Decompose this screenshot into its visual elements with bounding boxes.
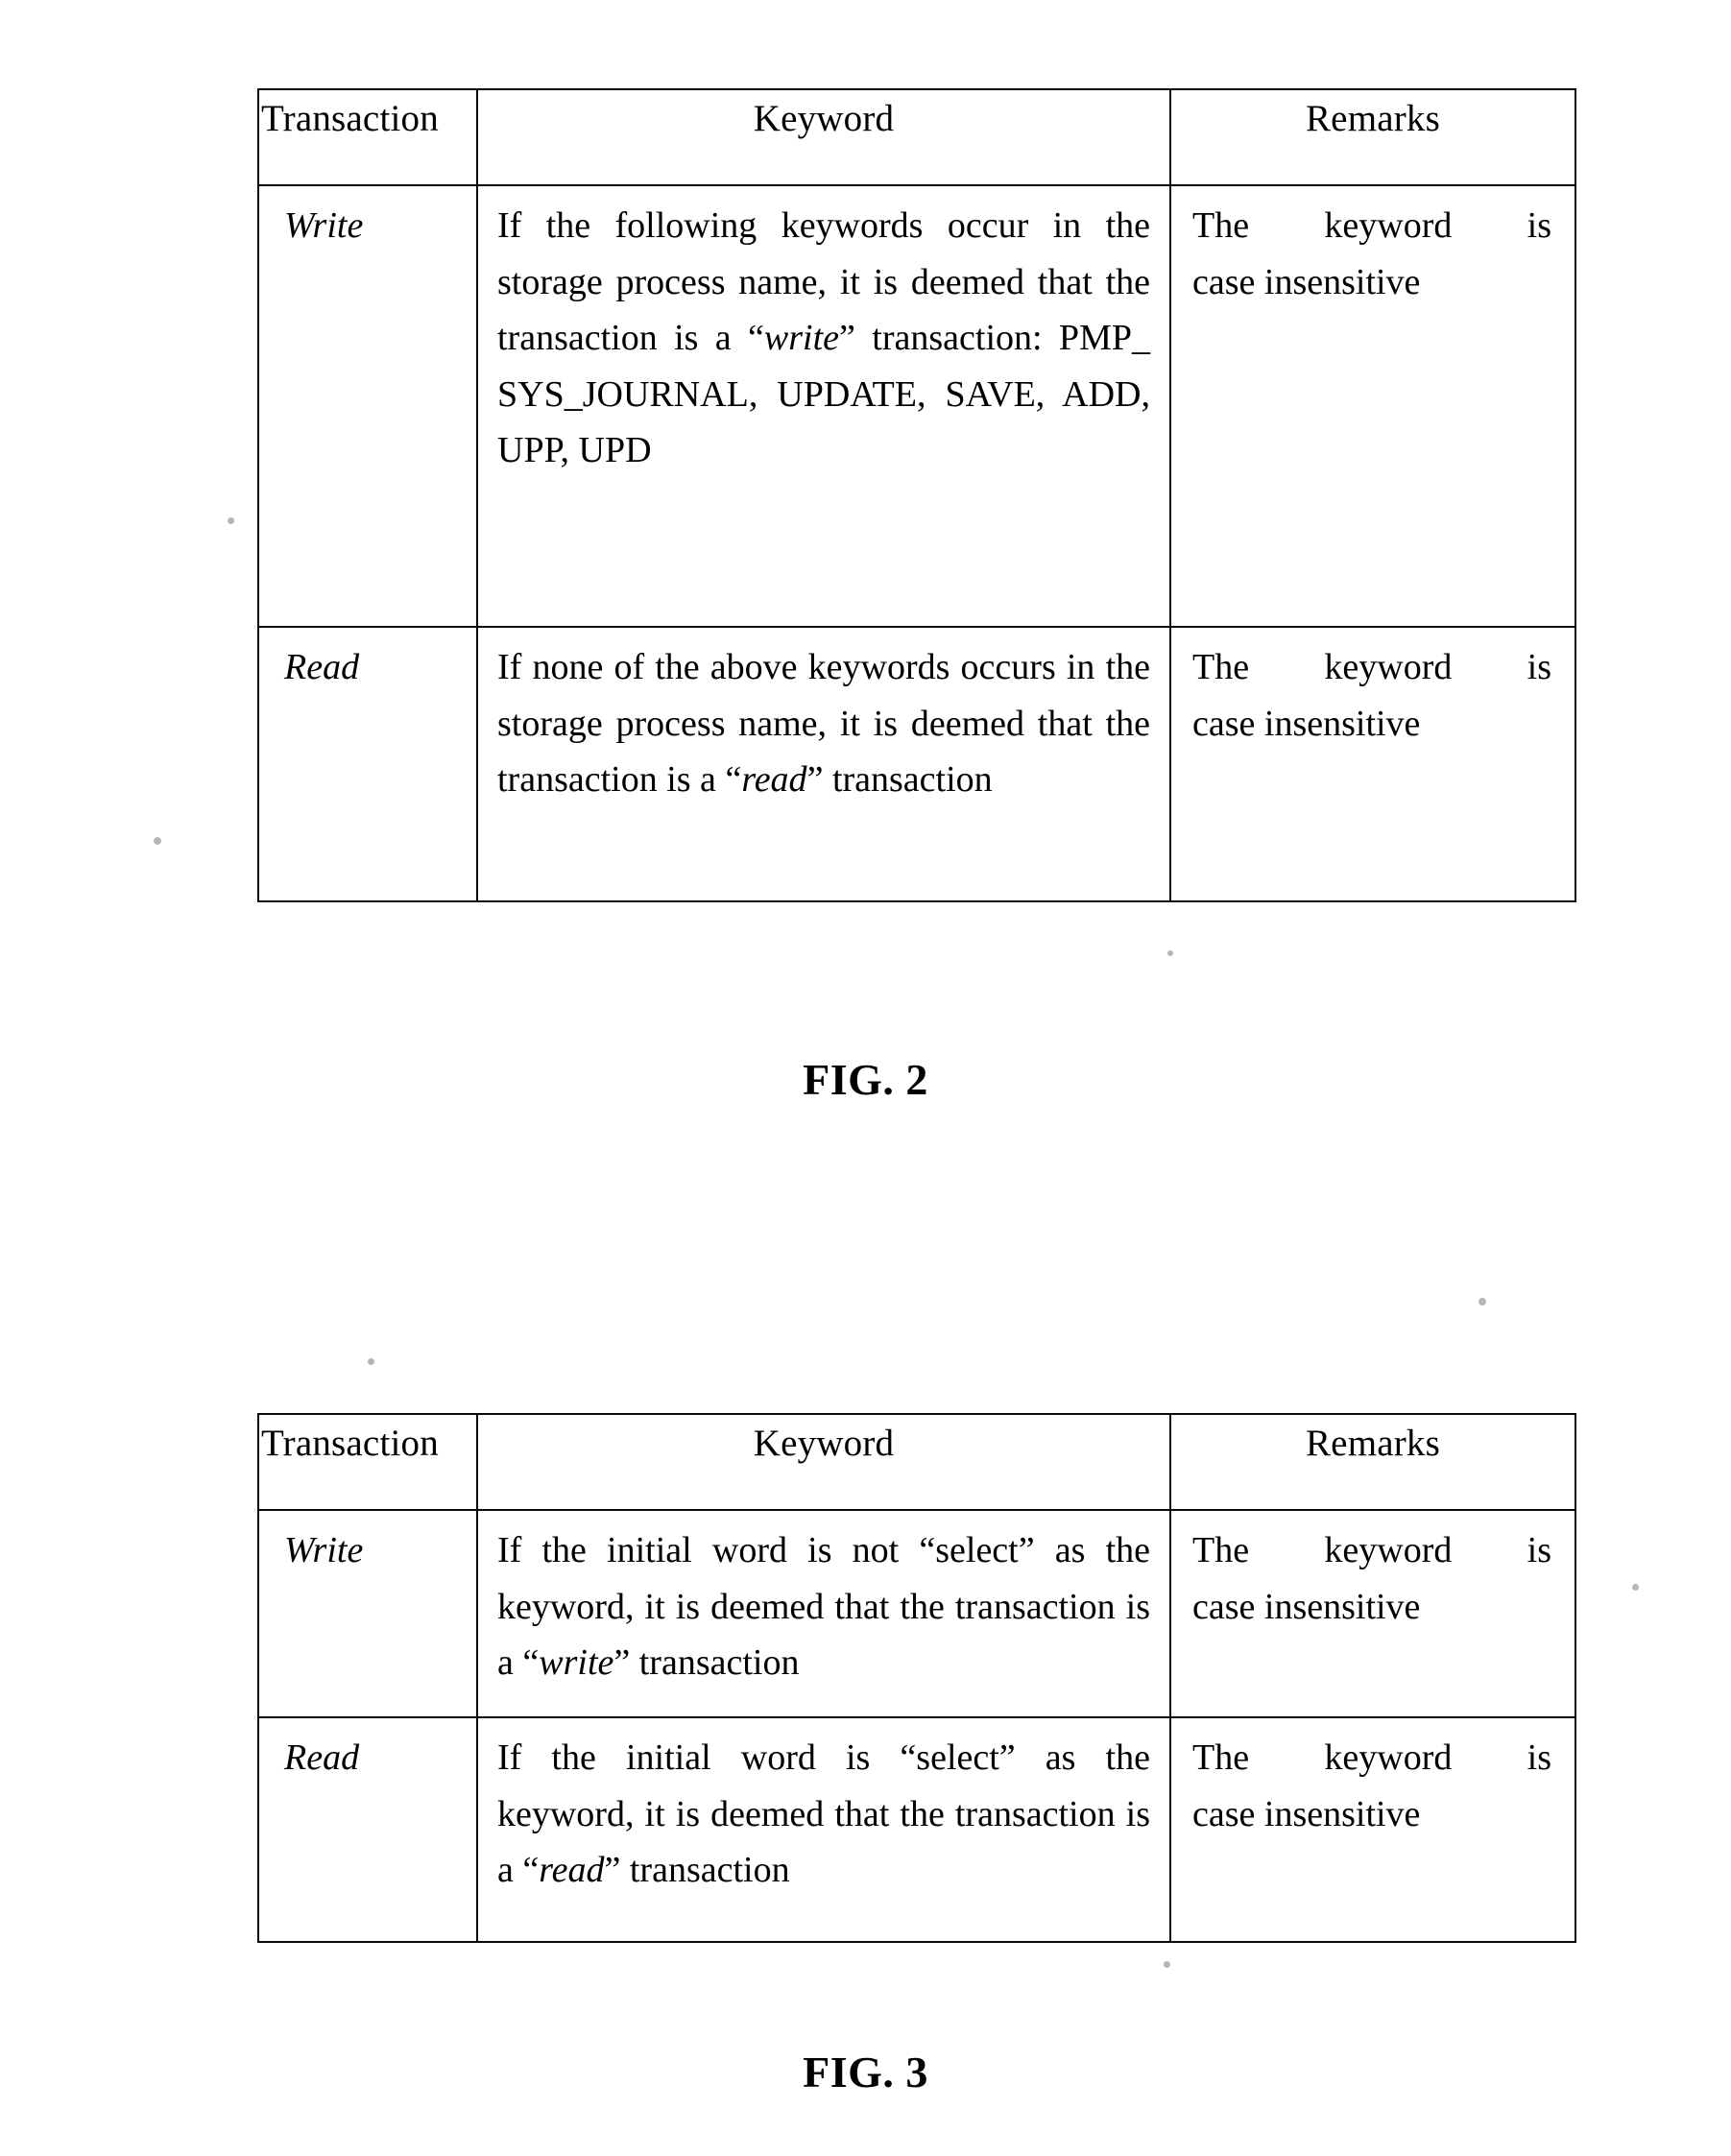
header-label-remarks: Remarks (1305, 98, 1441, 139)
figure-2-caption: FIG. 2 (803, 1055, 928, 1104)
header-cell-remarks: Remarks (1169, 88, 1576, 186)
scan-speck (1167, 950, 1173, 956)
header-cell-keyword: Keyword (476, 1413, 1171, 1511)
scan-speck (1479, 1298, 1486, 1306)
header-cell-transaction: Transaction (257, 1413, 478, 1511)
cell-transaction: Write (257, 1509, 478, 1718)
header-label-transaction: Transaction (261, 98, 439, 139)
keyword-text-suffix: transaction (823, 759, 993, 801)
cell-remarks: The keyword is case insensitive (1169, 184, 1576, 628)
figure-3-table: Transaction Keyword Remarks Write If the… (257, 1413, 1576, 1943)
keyword-text-suffix: transaction (630, 1642, 800, 1684)
scan-speck (154, 837, 161, 845)
keyword-description: If the initial word is “select” as the k… (478, 1718, 1169, 1941)
keyword-description: If the following keywords occur in the s… (478, 186, 1169, 626)
open-quote: “ (748, 318, 764, 359)
header-label-remarks: Remarks (1305, 1423, 1441, 1464)
remarks-line-1: The keyword is (1192, 647, 1551, 687)
open-quote: “ (725, 759, 742, 801)
close-quote: ” (806, 759, 824, 801)
cell-remarks: The keyword is case insensitive (1169, 626, 1576, 902)
keyword-quoted-term: write (763, 318, 840, 359)
close-quote: ” (839, 318, 855, 359)
transaction-label: Write (284, 205, 364, 246)
cell-keyword: If the initial word is not “select” as t… (476, 1509, 1171, 1718)
remarks-line-1: The keyword is (1192, 1737, 1551, 1778)
keyword-description: If none of the above keywords occurs in … (478, 628, 1169, 900)
transaction-label: Read (284, 1737, 360, 1778)
scan-speck (1632, 1584, 1639, 1591)
scan-speck (368, 1358, 374, 1365)
patent-page: Transaction Keyword Remarks Write If the… (0, 0, 1731, 2156)
keyword-quoted-term: write (539, 1642, 614, 1684)
transaction-label: Write (284, 1530, 364, 1570)
figure-3-table-container: Transaction Keyword Remarks Write If the… (257, 1413, 1576, 1943)
cell-keyword: If the initial word is “select” as the k… (476, 1716, 1171, 1943)
keyword-text-suffix: transaction (620, 1850, 790, 1891)
remarks-line-1: The keyword is (1192, 205, 1551, 246)
close-quote: ” (604, 1850, 621, 1891)
header-label-transaction: Transaction (261, 1423, 439, 1464)
cell-keyword: If none of the above keywords occurs in … (476, 626, 1171, 902)
transaction-label: Read (284, 647, 360, 687)
scan-speck (228, 517, 234, 524)
open-quote: “ (522, 1850, 540, 1891)
cell-remarks: The keyword is case insensitive (1169, 1716, 1576, 1943)
cell-transaction: Read (257, 1716, 478, 1943)
remarks-line-1: The keyword is (1192, 1530, 1551, 1570)
remarks-description: The keyword is case insensitive (1171, 186, 1575, 626)
figure-2-table-container: Transaction Keyword Remarks Write If the… (257, 88, 1576, 902)
remarks-line-2: case insensitive (1192, 1793, 1421, 1834)
cell-remarks: The keyword is case insensitive (1169, 1509, 1576, 1718)
table-row: Write If the following keywords occur in… (257, 184, 1576, 628)
scan-speck (1164, 1961, 1170, 1968)
table-row: Read If none of the above keywords occur… (257, 626, 1576, 902)
header-cell-transaction: Transaction (257, 88, 478, 186)
cell-keyword: If the following keywords occur in the s… (476, 184, 1171, 628)
header-label-keyword: Keyword (753, 98, 895, 139)
table-row: Read If the initial word is “select” as … (257, 1716, 1576, 1943)
header-label-keyword: Keyword (753, 1423, 895, 1464)
figure-3-caption: FIG. 3 (803, 2048, 928, 2096)
cell-transaction: Write (257, 184, 478, 628)
remarks-line-2: case insensitive (1192, 1586, 1421, 1627)
table-row: Write If the initial word is not “select… (257, 1509, 1576, 1718)
remarks-description: The keyword is case insensitive (1171, 628, 1575, 900)
header-cell-keyword: Keyword (476, 88, 1171, 186)
remarks-line-2: case insensitive (1192, 261, 1421, 302)
close-quote: ” (613, 1642, 631, 1684)
keyword-quoted-term: read (741, 759, 807, 801)
keyword-quoted-term: read (539, 1850, 605, 1891)
keyword-description: If the initial word is not “select” as t… (478, 1511, 1169, 1716)
figure-2-table: Transaction Keyword Remarks Write If the… (257, 88, 1576, 902)
remarks-description: The keyword is case insensitive (1171, 1718, 1575, 1941)
header-cell-remarks: Remarks (1169, 1413, 1576, 1511)
table-header-row: Transaction Keyword Remarks (257, 1413, 1576, 1511)
remarks-description: The keyword is case insensitive (1171, 1511, 1575, 1716)
open-quote: “ (522, 1642, 540, 1684)
table-header-row: Transaction Keyword Remarks (257, 88, 1576, 186)
remarks-line-2: case insensitive (1192, 703, 1421, 744)
cell-transaction: Read (257, 626, 478, 902)
